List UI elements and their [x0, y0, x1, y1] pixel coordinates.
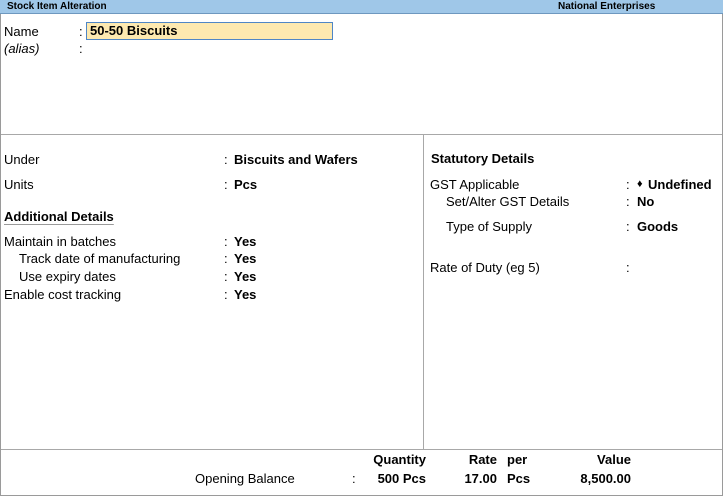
under-label: Under — [4, 152, 40, 167]
units-colon: : — [224, 177, 228, 192]
set-gst-value[interactable]: No — [637, 194, 654, 210]
under-value[interactable]: Biscuits and Wafers — [234, 152, 358, 168]
company-name: National Enterprises — [558, 1, 656, 12]
track-mfg-colon: : — [224, 251, 228, 266]
expiry-label: Use expiry dates — [19, 269, 116, 284]
name-input[interactable]: 50-50 Biscuits — [86, 22, 333, 40]
alias-label: (alias) — [4, 41, 40, 56]
opening-balance-label: Opening Balance — [195, 471, 295, 486]
rate-header: Rate — [468, 452, 497, 467]
gst-applicable-colon: : — [626, 177, 630, 192]
per-header: per — [507, 452, 528, 467]
opening-value[interactable]: 8,500.00 — [541, 471, 631, 487]
units-label: Units — [4, 177, 34, 192]
gst-applicable-label: GST Applicable — [430, 177, 520, 192]
footer-divider — [1, 449, 722, 450]
under-colon: : — [224, 152, 228, 167]
units-value[interactable]: Pcs — [234, 177, 257, 193]
screen-title: Stock Item Alteration — [7, 1, 107, 12]
batches-label: Maintain in batches — [4, 234, 117, 249]
type-of-supply-label: Type of Supply — [446, 219, 532, 234]
opening-quantity[interactable]: 500 Pcs — [346, 471, 426, 487]
expiry-colon: : — [224, 269, 228, 284]
rate-of-duty-value[interactable] — [637, 260, 717, 276]
alias-colon: : — [79, 41, 83, 56]
set-gst-label: Set/Alter GST Details — [446, 194, 570, 209]
rate-of-duty-label: Rate of Duty (eg 5) — [430, 260, 540, 275]
gst-applicable-value[interactable]: Undefined — [648, 177, 712, 193]
alias-input[interactable] — [88, 41, 328, 57]
quantity-header: Quantity — [373, 452, 426, 467]
opening-per[interactable]: Pcs — [507, 471, 530, 487]
title-bar: Stock Item Alteration National Enterpris… — [0, 0, 723, 14]
rate-of-duty-colon: : — [626, 260, 630, 275]
type-of-supply-colon: : — [626, 219, 630, 234]
batches-colon: : — [224, 234, 228, 249]
type-of-supply-value[interactable]: Goods — [637, 219, 678, 235]
additional-details-title: Additional Details — [4, 209, 114, 224]
header-divider — [1, 134, 722, 135]
column-divider — [423, 135, 424, 449]
batches-value[interactable]: Yes — [234, 234, 256, 250]
statutory-details-title: Statutory Details — [431, 151, 535, 166]
track-mfg-value[interactable]: Yes — [234, 251, 256, 267]
name-label: Name — [4, 24, 39, 39]
expiry-value[interactable]: Yes — [234, 269, 256, 285]
track-mfg-label: Track date of manufacturing — [19, 251, 181, 266]
cost-tracking-value[interactable]: Yes — [234, 287, 256, 303]
cost-tracking-label: Enable cost tracking — [4, 287, 122, 302]
cost-tracking-colon: : — [224, 287, 228, 302]
diamond-icon: ♦ — [637, 178, 643, 190]
value-header: Value — [597, 452, 631, 467]
name-colon: : — [79, 24, 83, 39]
set-gst-colon: : — [626, 194, 630, 209]
opening-rate[interactable]: 17.00 — [437, 471, 497, 487]
